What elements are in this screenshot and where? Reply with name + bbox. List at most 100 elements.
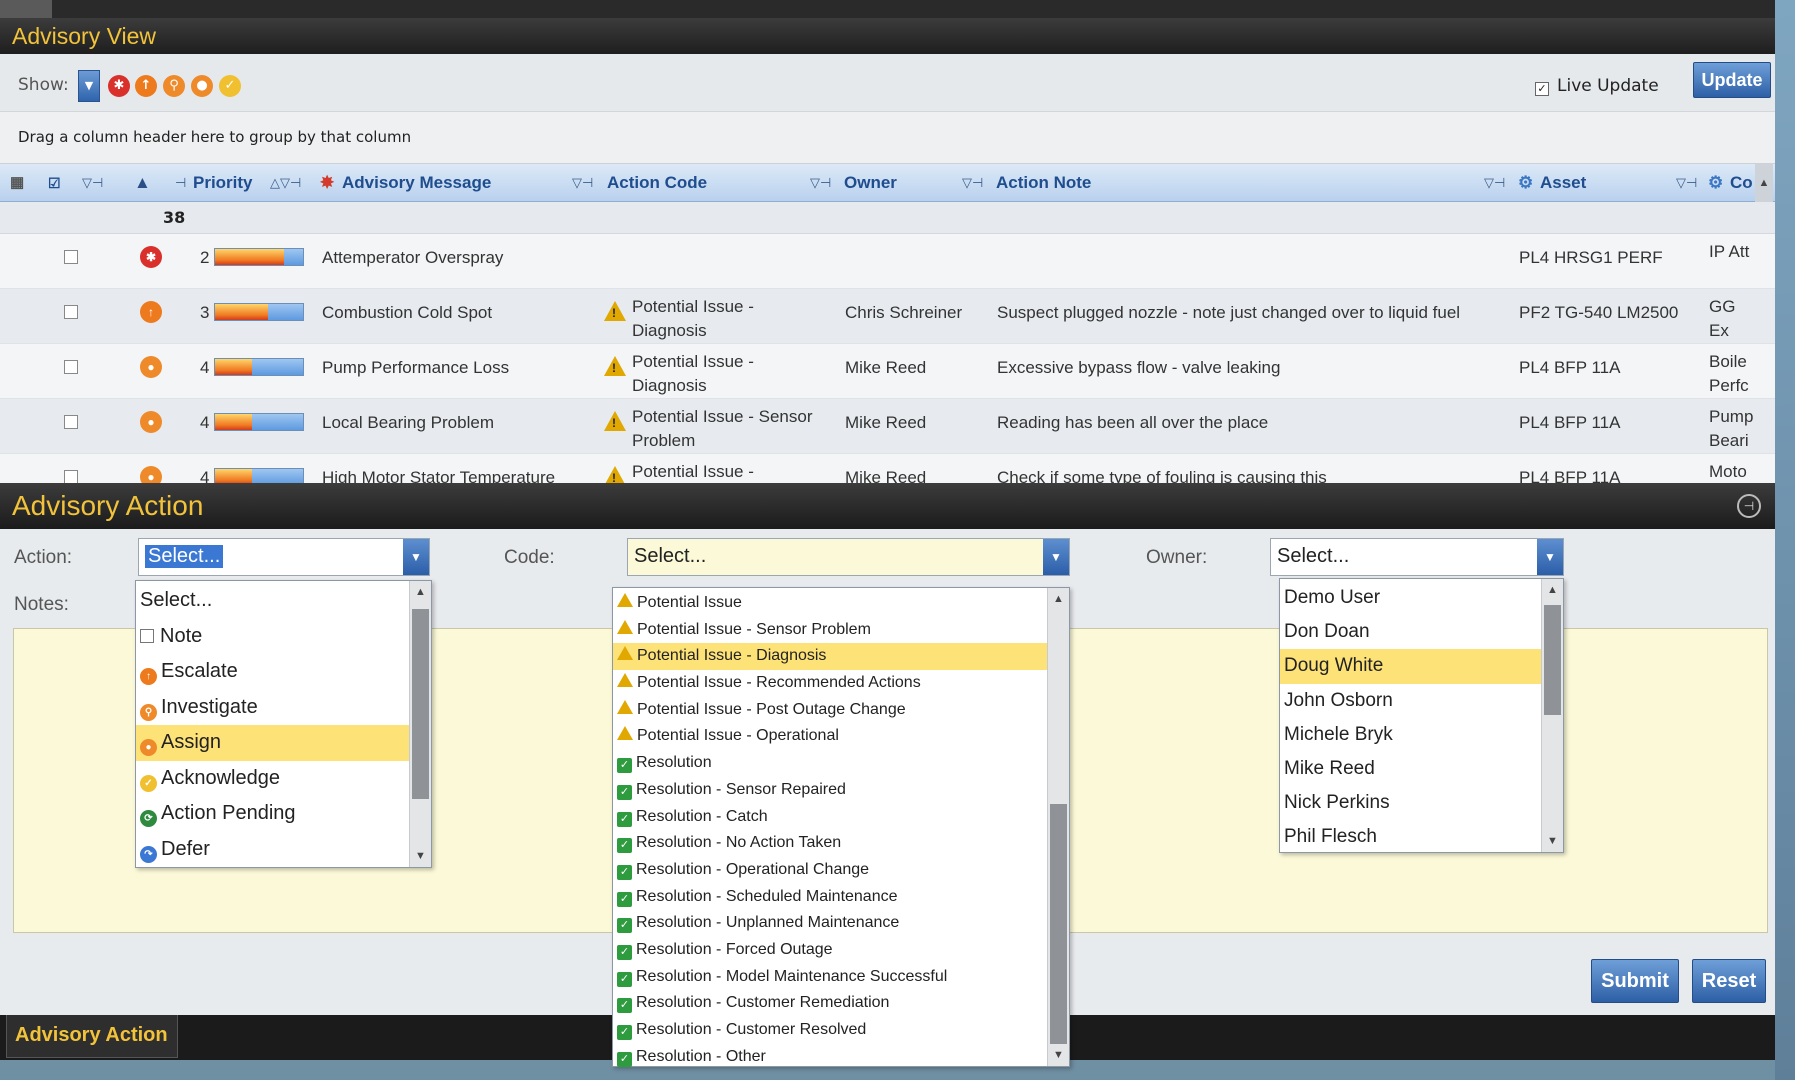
list-item[interactable]: ✓ Resolution - Scheduled Maintenance: [613, 884, 1047, 911]
owner-list-scrollbar[interactable]: ▲ ▼: [1541, 579, 1563, 852]
list-item[interactable]: ✓ Resolution - Model Maintenance Successf…: [613, 964, 1047, 991]
sort-filter-icon[interactable]: △▽⊣: [270, 164, 301, 202]
scroll-up-icon[interactable]: ▲: [1542, 579, 1563, 601]
scroll-thumb[interactable]: [1050, 804, 1067, 1044]
table-row[interactable]: ↑ 3 Combustion Cold Spot! Potential Issue -…: [0, 289, 1775, 344]
critical-filter-icon[interactable]: ✱: [108, 75, 130, 97]
scroll-thumb[interactable]: [412, 609, 429, 799]
list-item[interactable]: John Osborn: [1280, 684, 1541, 718]
submit-button[interactable]: Submit: [1591, 959, 1679, 1003]
list-item[interactable]: ✓ Acknowledge: [136, 761, 409, 797]
row-checkbox[interactable]: [64, 305, 78, 319]
column-asset[interactable]: Asset: [1540, 164, 1586, 202]
row-checkbox[interactable]: [64, 250, 78, 264]
owner-select[interactable]: Select... ▼: [1270, 538, 1564, 576]
code-list-scrollbar[interactable]: ▲ ▼: [1047, 588, 1069, 1066]
list-item[interactable]: Don Doan: [1280, 615, 1541, 649]
list-item[interactable]: Demo User: [1280, 581, 1541, 615]
filter-icon[interactable]: ▽⊣: [82, 164, 103, 202]
list-item[interactable]: Potential Issue: [613, 590, 1047, 617]
list-item[interactable]: Potential Issue - Recommended Actions: [613, 670, 1047, 697]
list-item[interactable]: ⚲ Investigate: [136, 690, 409, 726]
list-item[interactable]: Michele Bryk: [1280, 718, 1541, 752]
filter-icon[interactable]: ▽⊣: [1484, 164, 1505, 202]
row-checkbox[interactable]: [64, 360, 78, 374]
live-update-toggle[interactable]: ✓ Live Update: [1535, 76, 1659, 96]
column-action-note[interactable]: Action Note: [996, 164, 1091, 202]
row-checkbox[interactable]: [64, 470, 78, 484]
filter-icon[interactable]: ▽⊣: [962, 164, 983, 202]
column-action-code[interactable]: Action Code: [607, 164, 707, 202]
update-button[interactable]: Update: [1693, 62, 1771, 98]
list-item[interactable]: ✓ Resolution - Other: [613, 1044, 1047, 1071]
code-select[interactable]: Select... ▼: [627, 538, 1070, 576]
list-item[interactable]: ✓ Resolution - Forced Outage: [613, 937, 1047, 964]
table-row[interactable]: ● 4 Pump Performance Loss! Potential Issue …: [0, 344, 1775, 399]
filter-icon[interactable]: ▽⊣: [810, 164, 831, 202]
list-item[interactable]: Nick Perkins: [1280, 786, 1541, 820]
column-chooser-icon[interactable]: ▦: [10, 164, 24, 202]
tab-advisory-action[interactable]: Advisory Action: [6, 1015, 178, 1058]
table-row[interactable]: ● 4 Local Bearing Problem! Potential Issue …: [0, 399, 1775, 454]
scroll-down-icon[interactable]: ▼: [1542, 830, 1563, 852]
group-by-drop-zone[interactable]: Drag a column header here to group by th…: [0, 112, 1775, 164]
chevron-down-icon[interactable]: ▼: [1043, 539, 1069, 575]
scroll-up-icon[interactable]: ▲: [410, 581, 431, 603]
scroll-down-icon[interactable]: ▼: [1048, 1044, 1069, 1066]
list-item[interactable]: ✓ Resolution - No Action Taken: [613, 830, 1047, 857]
list-item[interactable]: Potential Issue - Diagnosis: [613, 643, 1047, 671]
pin-icon[interactable]: ⊣: [175, 164, 186, 202]
asset-gear-icon: ⚙: [1518, 173, 1534, 192]
list-item[interactable]: Potential Issue - Operational: [613, 723, 1047, 750]
scroll-down-icon[interactable]: ▼: [410, 845, 431, 867]
list-item[interactable]: ✓ Resolution - Sensor Repaired: [613, 777, 1047, 804]
filter-icon[interactable]: ▽⊣: [1676, 164, 1697, 202]
live-update-label: Live Update: [1557, 76, 1659, 96]
pin-icon[interactable]: ⊣: [1737, 494, 1761, 518]
acknowledge-filter-icon[interactable]: ✓: [219, 75, 241, 97]
chevron-down-icon[interactable]: ▼: [403, 539, 429, 575]
list-item[interactable]: ↷ Defer: [136, 832, 409, 868]
column-co[interactable]: Co: [1730, 164, 1753, 202]
severity-column-icon[interactable]: ▲: [134, 164, 151, 202]
assign-filter-icon[interactable]: ●: [191, 75, 213, 97]
list-item[interactable]: Mike Reed: [1280, 752, 1541, 786]
escalate-filter-icon[interactable]: ↑: [135, 75, 157, 97]
reset-button[interactable]: Reset: [1692, 959, 1766, 1003]
list-item[interactable]: ⟳ Action Pending: [136, 796, 409, 832]
scroll-up-icon[interactable]: ▲: [1048, 588, 1069, 610]
investigate-filter-icon[interactable]: ⚲: [163, 75, 185, 97]
list-item[interactable]: ✓ Resolution - Operational Change: [613, 857, 1047, 884]
list-item[interactable]: Phil Flesch: [1280, 820, 1541, 854]
advisory-view-panel: Advisory View Show: ▼ ✱ ↑ ⚲ ● ✓ ✓ Live Up…: [0, 18, 1775, 509]
chevron-down-icon[interactable]: ▼: [1537, 539, 1563, 575]
select-all-checkbox[interactable]: ☑: [48, 164, 61, 202]
list-item[interactable]: ✓ Resolution - Customer Resolved: [613, 1017, 1047, 1044]
warning-icon: !: [604, 301, 626, 321]
table-row[interactable]: ✱ 2 Attemperator Overspray PL4 HRSG1 PERF IP…: [0, 234, 1775, 289]
show-filter-dropdown[interactable]: ▼: [78, 70, 100, 102]
list-item[interactable]: ✓ Resolution - Catch: [613, 804, 1047, 831]
co-value: IP Att: [1709, 242, 1750, 261]
action-select[interactable]: Select... ▼: [138, 538, 430, 576]
filter-icon[interactable]: ▽⊣: [572, 164, 593, 202]
list-item[interactable]: ● Assign: [136, 725, 409, 761]
list-item[interactable]: ↑ Escalate: [136, 654, 409, 690]
list-item-label: Defer: [161, 837, 210, 860]
grid-scroll-up[interactable]: ▲: [1755, 164, 1773, 202]
list-item[interactable]: Doug White: [1280, 649, 1541, 684]
scroll-thumb[interactable]: [1544, 605, 1561, 715]
column-owner[interactable]: Owner: [844, 164, 897, 202]
list-item[interactable]: ✓ Resolution - Unplanned Maintenance: [613, 910, 1047, 937]
list-item[interactable]: ✓ Resolution - Customer Remediation: [613, 990, 1047, 1017]
list-item[interactable]: ✓ Resolution: [613, 750, 1047, 777]
list-item[interactable]: Potential Issue - Post Outage Change: [613, 697, 1047, 724]
live-update-checkbox[interactable]: ✓: [1535, 82, 1549, 96]
column-advisory-message[interactable]: Advisory Message: [342, 164, 491, 202]
list-item[interactable]: Note: [136, 619, 409, 655]
action-list-scrollbar[interactable]: ▲ ▼: [409, 581, 431, 867]
list-item[interactable]: Potential Issue - Sensor Problem: [613, 617, 1047, 644]
row-checkbox[interactable]: [64, 415, 78, 429]
list-item[interactable]: Select...: [136, 583, 409, 619]
column-priority[interactable]: Priority: [193, 164, 253, 202]
